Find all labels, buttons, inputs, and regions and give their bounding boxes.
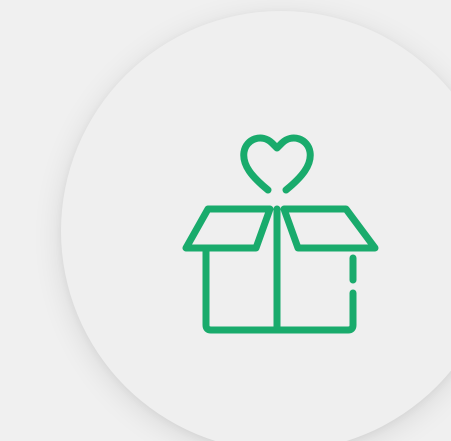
box-right-flap [280, 205, 379, 252]
heart-icon [240, 134, 314, 194]
box-left-flap [182, 205, 274, 252]
donation-box-heart-icon [182, 134, 379, 334]
icon-tile [0, 0, 451, 441]
